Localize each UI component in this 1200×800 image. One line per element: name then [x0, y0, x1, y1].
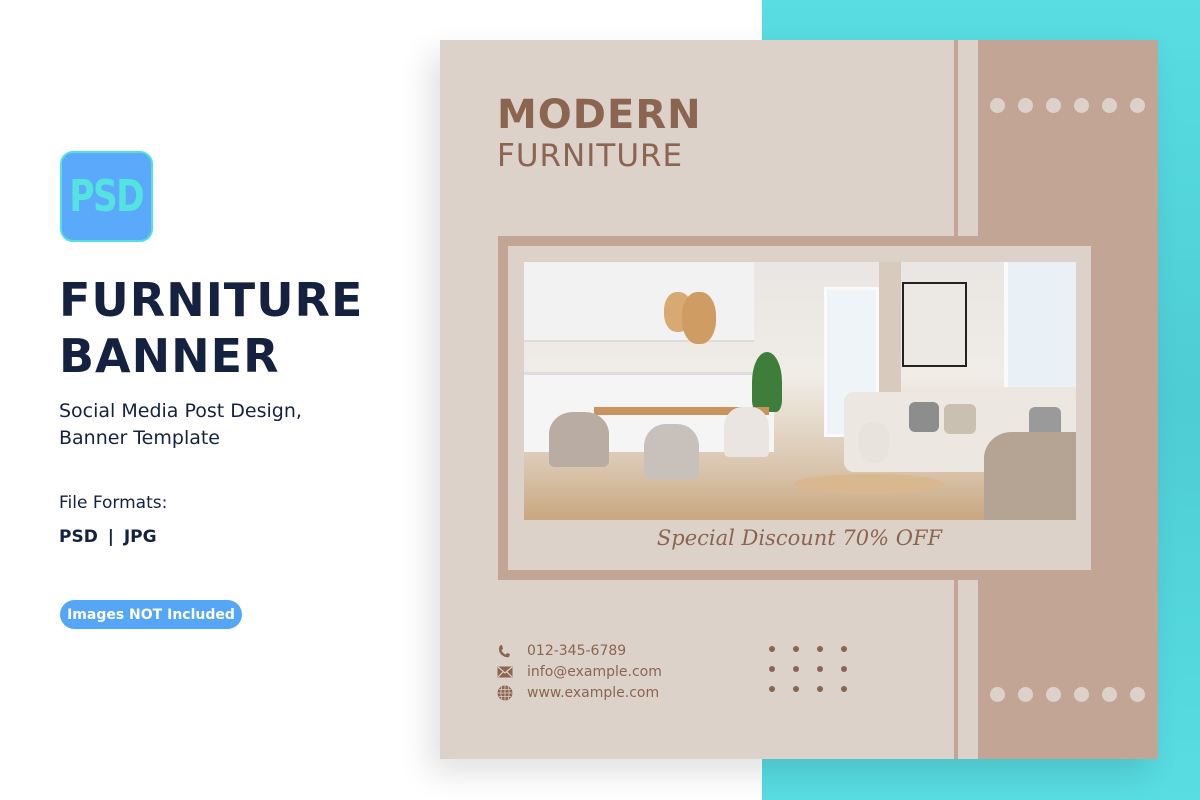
dot — [769, 686, 775, 692]
dot — [817, 646, 823, 652]
dot — [1130, 687, 1145, 702]
decorative-dot-grid — [769, 646, 847, 692]
dot — [793, 646, 799, 652]
dot — [841, 686, 847, 692]
plant — [752, 352, 782, 412]
bottom-dots-row — [990, 687, 1145, 702]
contact-website: www.example.com — [497, 682, 662, 703]
phone-icon — [497, 643, 513, 659]
dot — [817, 686, 823, 692]
dining-chair — [724, 407, 769, 457]
psd-icon-label: PSD — [69, 171, 145, 222]
sofa-cushion — [944, 404, 976, 434]
dot — [841, 666, 847, 672]
contact-info: 012-345-6789 info@example.com www.exampl… — [497, 640, 662, 703]
contact-email: info@example.com — [497, 661, 662, 682]
images-not-included-badge: Images NOT Included — [60, 600, 242, 629]
coffee-table — [794, 474, 944, 494]
photo-frame: Special Discount 70% OFF — [498, 236, 1158, 580]
dot — [1102, 98, 1117, 113]
wall-art — [902, 282, 967, 367]
dining-chair — [549, 412, 609, 467]
discount-text: Special Discount 70% OFF — [656, 526, 943, 550]
phone-number: 012-345-6789 — [527, 642, 627, 659]
dot — [769, 646, 775, 652]
dot — [1018, 687, 1033, 702]
banner-heading-modern: MODERN — [497, 92, 702, 138]
dot — [990, 687, 1005, 702]
globe-icon — [497, 685, 513, 701]
dot — [841, 646, 847, 652]
dot — [769, 666, 775, 672]
dot — [1046, 98, 1061, 113]
dot — [793, 686, 799, 692]
dot — [1074, 687, 1089, 702]
top-dots-row — [990, 98, 1145, 113]
interior-photo — [524, 262, 1076, 520]
window-right — [1004, 262, 1076, 387]
file-formats-value: PSD | JPG — [59, 527, 157, 547]
dot — [1074, 98, 1089, 113]
pendant-lamp — [682, 292, 716, 344]
contact-phone: 012-345-6789 — [497, 640, 662, 661]
title-line-2: BANNER — [59, 329, 280, 383]
dot — [990, 98, 1005, 113]
psd-file-icon: PSD — [60, 151, 153, 242]
dot — [793, 666, 799, 672]
kitchen-cabinets — [524, 262, 754, 342]
banner-heading-furniture: FURNITURE — [497, 138, 684, 174]
banner-card: MODERN FURNITURE Special Discount 70% OF… — [440, 40, 1158, 759]
dot — [1046, 687, 1061, 702]
subtitle-line-1: Social Media Post Design, — [59, 400, 302, 422]
email-address: info@example.com — [527, 663, 662, 680]
product-title: FURNITURE BANNER — [59, 272, 363, 384]
photo-frame-inner: Special Discount 70% OFF — [508, 246, 1091, 570]
dot — [817, 666, 823, 672]
throw-blanket — [984, 432, 1076, 520]
title-line-1: FURNITURE — [59, 273, 364, 327]
mail-icon — [497, 664, 513, 680]
subtitle-line-2: Banner Template — [59, 427, 220, 449]
dining-chair — [644, 424, 699, 479]
website-url: www.example.com — [527, 684, 660, 701]
dot — [1130, 98, 1145, 113]
dot — [1102, 687, 1117, 702]
product-subtitle: Social Media Post Design, Banner Templat… — [59, 398, 302, 452]
dot — [1018, 98, 1033, 113]
file-formats-label: File Formats: — [59, 493, 168, 513]
flowers-vase — [859, 422, 889, 462]
sofa-cushion — [909, 402, 939, 432]
